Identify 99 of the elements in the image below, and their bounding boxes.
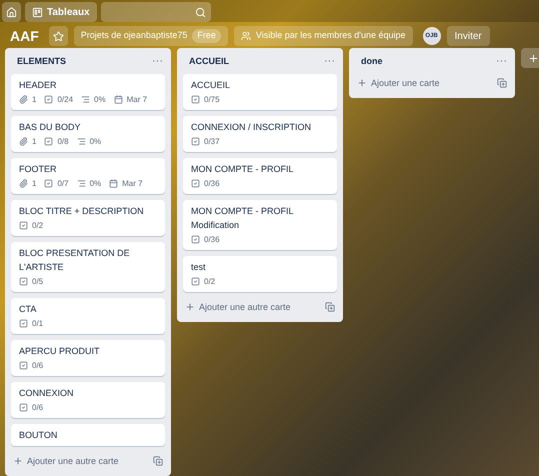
template-icon[interactable]: [153, 456, 163, 466]
card-title: CONNEXION: [19, 386, 75, 400]
plus-icon: [13, 456, 23, 466]
badge-text: 0%: [90, 178, 102, 190]
home-icon: [6, 6, 17, 18]
badge-text: 0/24: [57, 94, 74, 106]
badge-text: 1: [32, 178, 36, 190]
card-title: BAS DU BODY: [19, 120, 82, 134]
plus-icon: [185, 302, 195, 312]
badge-text: 0/7: [57, 178, 69, 190]
badge-text: 0/1: [32, 318, 44, 330]
badge-text: 0/6: [32, 402, 44, 414]
card[interactable]: ACCUEIL 0/75: [183, 74, 337, 110]
list-title: ACCUEIL: [188, 54, 229, 68]
badge-text: 0/36: [204, 234, 220, 246]
plan-badge: Free: [192, 29, 221, 43]
card[interactable]: BAS DU BODY 1 0/8 0%: [11, 116, 165, 152]
plus-icon: [528, 52, 538, 64]
badge-text: 0/2: [204, 276, 216, 288]
badge-text: 0%: [90, 136, 102, 148]
checkbox-icon: [19, 277, 28, 286]
home-button[interactable]: [2, 2, 21, 22]
card[interactable]: APERCU PRODUIT 0/6: [11, 340, 165, 376]
calendar-icon: [109, 179, 118, 188]
checkbox-icon: [191, 277, 200, 286]
template-icon[interactable]: [325, 302, 335, 312]
checkbox-icon: [19, 361, 28, 370]
bars-icon: [76, 179, 86, 188]
add-card-button[interactable]: Ajouter une autre carte: [185, 300, 291, 314]
card-title: test: [191, 260, 207, 274]
badge-text: 0/5: [32, 276, 44, 288]
add-list-button[interactable]: [521, 48, 539, 68]
card[interactable]: CTA 0/1: [11, 298, 165, 334]
checkbox-icon: [191, 179, 200, 188]
card-title: HEADER: [19, 78, 58, 92]
card[interactable]: CONNEXION 0/6: [11, 382, 165, 418]
bars-icon: [76, 137, 86, 146]
card-title: BOUTON: [19, 428, 58, 442]
plus-icon: [357, 78, 367, 88]
card-title: CTA: [19, 302, 38, 316]
card[interactable]: MON COMPTE - PROFIL Modification 0/36: [183, 200, 337, 250]
board-icon: [32, 6, 43, 18]
checkbox-icon: [191, 137, 200, 146]
card[interactable]: MON COMPTE - PROFIL 0/36: [183, 158, 337, 194]
card[interactable]: HEADER 1 0/24 0% Mar 7: [11, 74, 165, 110]
card[interactable]: BLOC TITRE + DESCRIPTION 0/2: [11, 200, 165, 236]
checkbox-icon: [191, 235, 200, 244]
list-menu-button[interactable]: ···: [152, 53, 163, 70]
add-card-button[interactable]: Ajouter une autre carte: [13, 454, 119, 468]
badge-text: 0/37: [204, 136, 220, 148]
badge-text: 1: [32, 136, 36, 148]
card-title: CONNEXION / INSCRIPTION: [191, 120, 312, 134]
board-title[interactable]: AAF: [10, 26, 39, 47]
list-menu-button[interactable]: ···: [496, 53, 507, 70]
search-icon: [194, 6, 206, 18]
badge-text: 0/75: [204, 94, 220, 106]
checkbox-icon: [19, 403, 28, 412]
checkbox-icon: [44, 179, 54, 188]
boards-button[interactable]: Tableaux: [25, 2, 97, 22]
checkbox-icon: [19, 319, 28, 328]
star-button[interactable]: [48, 26, 68, 46]
badge-text: 0/2: [32, 220, 44, 232]
search-field[interactable]: [100, 2, 211, 22]
card-title: MON COMPTE - PROFIL Modification: [191, 204, 294, 232]
card[interactable]: test 0/2: [183, 256, 337, 292]
checkbox-icon: [44, 137, 54, 146]
list-menu-button[interactable]: ···: [324, 53, 335, 70]
badge-text: 0/8: [57, 136, 69, 148]
checkbox-icon: [44, 95, 54, 104]
badge-text: Mar 7: [122, 178, 143, 190]
calendar-icon: [114, 95, 123, 104]
star-icon: [52, 30, 64, 42]
badge-text: 1: [32, 94, 36, 106]
add-card-button[interactable]: Ajouter une carte: [357, 76, 440, 90]
card-title: MON COMPTE - PROFIL: [191, 162, 295, 176]
card[interactable]: BLOC PRESENTATION DE L'ARTISTE 0/5: [11, 242, 165, 292]
card-title: FOOTER: [19, 162, 58, 176]
card-title: BLOC TITRE + DESCRIPTION: [19, 204, 145, 218]
people-icon: [240, 31, 251, 42]
bars-icon: [81, 95, 90, 104]
list-title: ELEMENTS: [16, 54, 66, 68]
checkbox-icon: [19, 221, 28, 230]
card[interactable]: BOUTON: [11, 424, 165, 446]
checkbox-icon: [191, 95, 200, 104]
paperclip-icon: [19, 137, 28, 146]
badge-text: Mar 7: [126, 94, 148, 106]
card-title: BLOC PRESENTATION DE L'ARTISTE: [19, 246, 131, 274]
badge-text: 0/6: [32, 360, 44, 372]
template-icon[interactable]: [497, 78, 507, 88]
card-title: APERCU PRODUIT: [19, 344, 101, 358]
paperclip-icon: [19, 95, 28, 104]
list-title: done: [360, 54, 382, 68]
card[interactable]: FOOTER 1 0/7 0% Mar 7: [11, 158, 165, 194]
badge-text: 0%: [94, 94, 106, 106]
invite-button[interactable]: Inviter: [446, 26, 490, 46]
badge-text: 0/36: [204, 178, 220, 190]
card-title: ACCUEIL: [191, 78, 232, 92]
paperclip-icon: [19, 179, 28, 188]
card[interactable]: CONNEXION / INSCRIPTION 0/37: [183, 116, 337, 152]
